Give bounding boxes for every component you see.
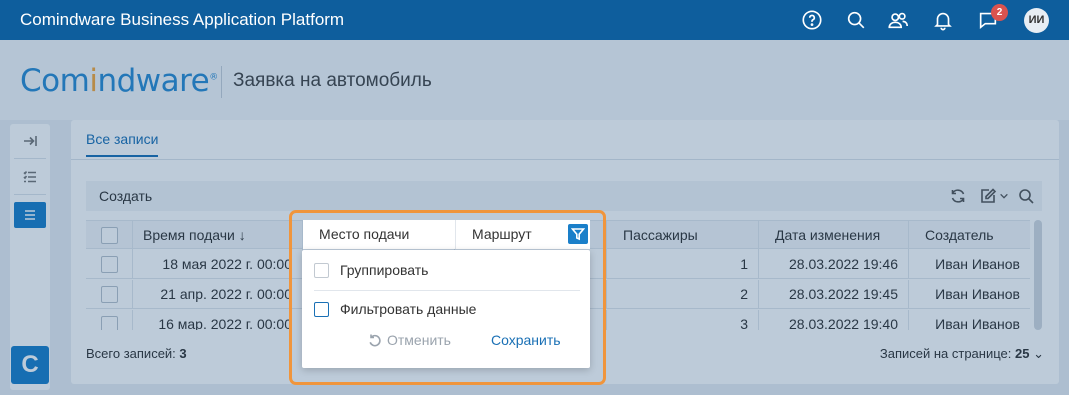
help-icon[interactable] [800,8,824,32]
search-icon[interactable] [844,8,868,32]
notification-badge: 2 [991,4,1008,21]
users-icon[interactable] [886,8,910,32]
bell-icon[interactable] [931,8,955,32]
app-title: Comindware Business Application Platform [20,10,345,29]
highlight-frame [289,210,606,385]
top-bar: Comindware Business Application Platform… [0,0,1069,40]
avatar[interactable]: ИИ [1024,8,1049,33]
